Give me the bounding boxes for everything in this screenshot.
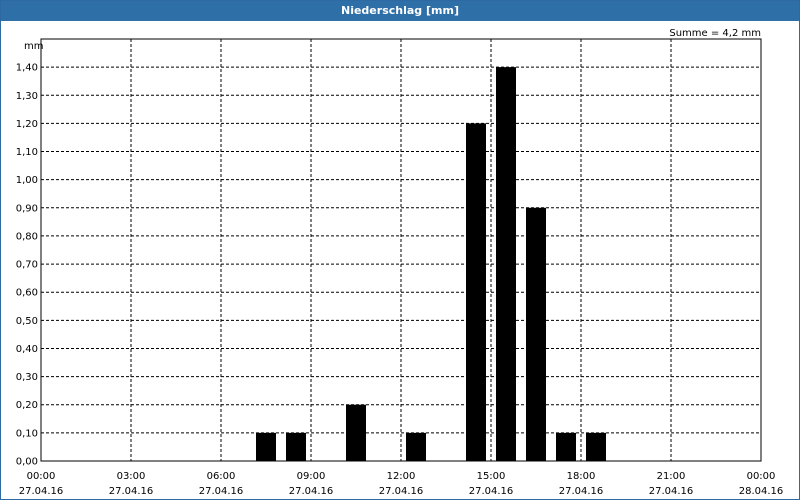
y-tick-label: 0,00 (16, 457, 38, 468)
y-tick-label: 0,90 (16, 203, 38, 214)
precipitation-bar (586, 432, 606, 461)
y-axis-unit-label: mm (24, 41, 43, 52)
x-tick-date: 27.04.16 (19, 486, 64, 497)
x-tick-time: 00:00 (27, 471, 56, 482)
x-tick-date: 27.04.16 (469, 486, 514, 497)
sum-annotation: Summe = 4,2 mm (669, 28, 761, 39)
precipitation-bar (406, 432, 426, 461)
x-tick-time: 21:00 (657, 471, 686, 482)
y-tick-label: 1,00 (16, 175, 38, 186)
x-tick-date: 28.04.16 (739, 486, 784, 497)
precipitation-bar (496, 67, 516, 461)
x-tick-date: 27.04.16 (199, 486, 244, 497)
y-axis-ticks: 0,00 0,10 0,20 0,30 0,40 0,50 0,60 0,70 0,80 0,90… (16, 63, 38, 468)
x-tick-time: 00:00 (747, 471, 776, 482)
x-tick-date: 27.04.16 (559, 486, 604, 497)
y-tick-label: 0,20 (16, 400, 38, 411)
x-tick-date: 27.04.16 (289, 486, 334, 497)
x-tick-time: 12:00 (387, 471, 416, 482)
y-tick-label: 0,50 (16, 316, 38, 327)
precipitation-bar (466, 123, 486, 462)
precipitation-bar (526, 207, 546, 461)
y-tick-label: 0,10 (16, 428, 38, 439)
x-tick-time: 03:00 (117, 471, 146, 482)
y-tick-label: 1,20 (16, 119, 38, 130)
precipitation-bar (556, 432, 576, 461)
y-tick-label: 0,70 (16, 260, 38, 271)
y-tick-label: 0,80 (16, 231, 38, 242)
x-tick-date: 27.04.16 (109, 486, 154, 497)
precipitation-bar (286, 432, 306, 461)
x-tick-time: 15:00 (477, 471, 506, 482)
x-tick-time: 09:00 (297, 471, 326, 482)
x-tick-time: 18:00 (567, 471, 596, 482)
y-tick-label: 0,60 (16, 288, 38, 299)
y-tick-label: 0,30 (16, 372, 38, 383)
y-tick-label: 0,40 (16, 344, 38, 355)
x-axis-ticks: 00:00 27.04.16 03:00 27.04.16 06:00 27.04.16 0… (19, 471, 784, 497)
y-tick-label: 1,10 (16, 147, 38, 158)
x-tick-date: 27.04.16 (649, 486, 694, 497)
y-tick-label: 1,40 (16, 63, 38, 74)
y-tick-label: 1,30 (16, 91, 38, 102)
precipitation-bar (256, 432, 276, 461)
precipitation-bar (346, 404, 366, 461)
x-tick-date: 27.04.16 (379, 486, 424, 497)
precipitation-chart: 0,00 0,10 0,20 0,30 0,40 0,50 0,60 0,70 0,80 0,90… (16, 28, 784, 497)
x-tick-time: 06:00 (207, 471, 236, 482)
